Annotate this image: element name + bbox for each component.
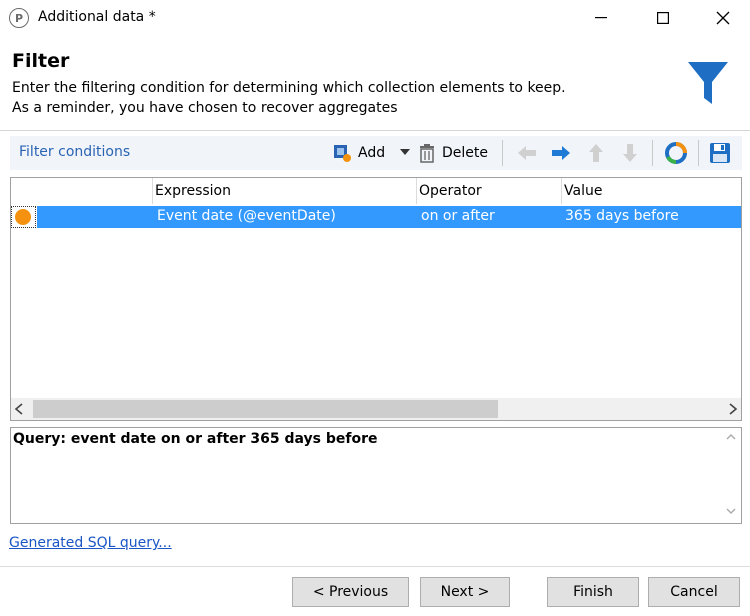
add-button[interactable]: Add: [332, 141, 385, 165]
close-button[interactable]: [700, 0, 746, 36]
row-operator: on or after: [421, 208, 495, 224]
delete-button[interactable]: Delete: [418, 141, 488, 165]
window-title: Additional data *: [38, 9, 156, 25]
distribution-button[interactable]: [664, 141, 688, 165]
column-header-value[interactable]: Value: [564, 183, 602, 199]
header-divider: [0, 130, 750, 131]
footer-divider: [0, 566, 750, 567]
arrow-right-icon: [552, 146, 570, 160]
conditions-grid[interactable]: Expression Operator Value Event date (@e…: [10, 177, 742, 421]
close-icon: [716, 11, 730, 25]
arrow-left-icon: [518, 146, 536, 160]
filter-toolbar: Filter conditions Add Delete: [10, 136, 742, 170]
column-divider: [416, 178, 417, 204]
move-right-button[interactable]: [549, 141, 573, 165]
filter-conditions-label: Filter conditions: [19, 144, 131, 160]
delete-label: Delete: [442, 145, 488, 161]
pie-chart-icon: [665, 142, 687, 164]
app-logo-icon: P: [9, 8, 29, 28]
row-value: 365 days before: [565, 208, 679, 224]
row-marker[interactable]: [11, 206, 36, 228]
add-condition-icon: [334, 145, 351, 162]
maximize-button[interactable]: [640, 0, 686, 36]
horizontal-scrollbar[interactable]: [11, 398, 741, 420]
move-left-button[interactable]: [515, 141, 539, 165]
table-row[interactable]: Event date (@eventDate) on or after 365 …: [37, 206, 741, 228]
save-button[interactable]: [708, 141, 732, 165]
query-summary-box: Query: event date on or after 365 days b…: [10, 427, 742, 524]
previous-button[interactable]: < Previous: [292, 577, 409, 607]
generated-sql-query-link[interactable]: Generated SQL query...: [9, 535, 172, 551]
grid-header: Expression Operator Value: [11, 178, 741, 204]
add-dropdown-caret-icon[interactable]: [400, 149, 410, 155]
header-reminder: As a reminder, you have chosen to recove…: [12, 100, 398, 116]
column-divider: [152, 178, 153, 204]
page-header: Filter Enter the filtering condition for…: [0, 38, 750, 130]
move-up-button[interactable]: [584, 141, 608, 165]
toolbar-divider: [652, 140, 653, 166]
column-divider: [561, 178, 562, 204]
cancel-button[interactable]: Cancel: [648, 577, 740, 607]
arrow-down-icon: [623, 144, 637, 162]
page-title: Filter: [12, 50, 70, 72]
vertical-scrollbar[interactable]: [721, 428, 741, 523]
row-expression: Event date (@eventDate): [157, 208, 336, 224]
move-down-button[interactable]: [618, 141, 642, 165]
save-icon: [710, 143, 730, 163]
add-label: Add: [358, 145, 386, 161]
arrow-up-icon: [589, 144, 603, 162]
scroll-down-icon[interactable]: [726, 506, 736, 516]
toolbar-divider: [502, 140, 503, 166]
finish-button[interactable]: Finish: [547, 577, 639, 607]
query-text: Query: event date on or after 365 days b…: [13, 431, 378, 447]
condition-status-icon: [15, 209, 31, 225]
column-header-expression[interactable]: Expression: [155, 183, 231, 199]
toolbar-divider: [698, 140, 699, 166]
maximize-icon: [657, 12, 669, 24]
header-description: Enter the filtering condition for determ…: [12, 80, 566, 96]
funnel-icon: [688, 62, 728, 104]
next-button[interactable]: Next >: [420, 577, 510, 607]
column-header-operator[interactable]: Operator: [419, 183, 482, 199]
scrollbar-thumb[interactable]: [33, 400, 498, 418]
scroll-left-icon[interactable]: [13, 402, 25, 416]
scroll-right-icon[interactable]: [727, 402, 739, 416]
scroll-up-icon[interactable]: [726, 432, 736, 442]
title-bar: P Additional data *: [0, 0, 750, 38]
minimize-icon: [595, 17, 607, 19]
trash-icon: [420, 144, 434, 163]
minimize-button[interactable]: [578, 0, 624, 36]
